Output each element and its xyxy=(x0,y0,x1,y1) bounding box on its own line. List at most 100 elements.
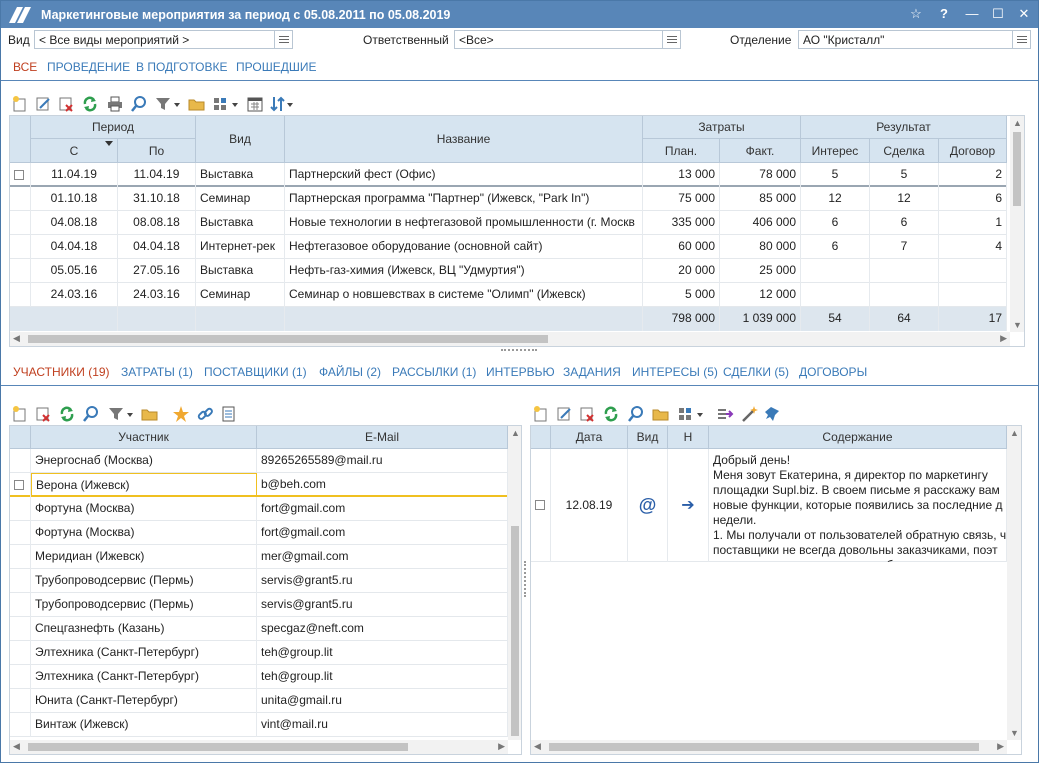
link-icon[interactable] xyxy=(196,405,214,423)
event-row[interactable]: 24.03.16 24.03.16 Семинар Семинар о новшевс… xyxy=(10,283,1007,307)
list-icon[interactable] xyxy=(662,31,680,48)
list-icon[interactable] xyxy=(1012,31,1030,48)
minimize-button[interactable]: — xyxy=(961,4,983,24)
edit-icon[interactable] xyxy=(34,95,52,113)
event-row[interactable]: 04.04.18 04.04.18 Интернет-рек Нефтегазовое… xyxy=(10,235,1007,259)
content-column-header[interactable]: Содержание xyxy=(709,426,1007,449)
event-row[interactable]: 05.05.16 27.05.16 Выставка Нефть-газ-химия … xyxy=(10,259,1007,283)
magic-wand-icon[interactable] xyxy=(740,405,758,423)
row-checkbox[interactable] xyxy=(535,500,545,510)
vertical-splitter[interactable] xyxy=(524,561,527,597)
date-column-header[interactable]: Дата xyxy=(551,426,628,449)
add-icon[interactable] xyxy=(11,95,29,113)
tab-participants[interactable]: УЧАСТНИКИ (19) xyxy=(13,365,110,379)
direction-column-header[interactable]: Н xyxy=(668,426,709,449)
help-button[interactable]: ? xyxy=(933,4,955,24)
refresh-icon[interactable] xyxy=(81,95,99,113)
participant-row[interactable]: Энергоснаб (Москва) 89265265589@mail.ru xyxy=(10,449,508,473)
participant-row[interactable]: Элтехника (Санкт-Петербург) teh@group.lit xyxy=(10,665,508,689)
export-icon[interactable] xyxy=(716,405,734,423)
refresh-icon[interactable] xyxy=(58,405,76,423)
list-icon[interactable] xyxy=(274,31,292,48)
participant-row[interactable]: Трубопроводсервис (Пермь) servis@grant5.r… xyxy=(10,593,508,617)
participant-row[interactable]: Верона (Ижевск) b@beh.com xyxy=(10,473,508,497)
event-row[interactable]: 01.10.18 31.10.18 Семинар Партнерская прогр… xyxy=(10,187,1007,211)
fact-column-header[interactable]: Факт. xyxy=(720,139,801,163)
pin-icon[interactable] xyxy=(764,405,782,423)
address-book-icon[interactable] xyxy=(220,405,238,423)
tab-interviews[interactable]: ИНТЕРВЬЮ xyxy=(486,365,555,379)
name-column-header[interactable]: Название xyxy=(285,116,643,163)
tab-mailings[interactable]: РАССЫЛКИ (1) xyxy=(392,365,476,379)
messages-hscroll[interactable]: ◀ ▶ xyxy=(531,740,1007,754)
maximize-button[interactable]: ☐ xyxy=(987,4,1009,24)
type-filter-combo[interactable]: < Все виды мероприятий > xyxy=(34,30,293,49)
email-column-header[interactable]: E-Mail xyxy=(257,426,508,449)
row-checkbox[interactable] xyxy=(14,480,24,490)
tab-suppliers[interactable]: ПОСТАВЩИКИ (1) xyxy=(204,365,307,379)
edit-icon[interactable] xyxy=(555,405,573,423)
participants-vscroll[interactable]: ▲ xyxy=(508,426,521,740)
department-filter-combo[interactable]: АО "Кристалл" xyxy=(798,30,1031,49)
tab-tasks[interactable]: ЗАДАНИЯ xyxy=(563,365,621,379)
tab-contracts[interactable]: ДОГОВОРЫ xyxy=(799,365,867,379)
tab-all[interactable]: ВСЕ xyxy=(13,60,37,74)
close-button[interactable]: ✕ xyxy=(1013,4,1035,24)
folder-icon[interactable] xyxy=(188,95,206,113)
event-row[interactable]: 04.08.18 08.08.18 Выставка Новые технологии… xyxy=(10,211,1007,235)
favorite-star-icon[interactable]: ☆ xyxy=(905,4,927,24)
star-icon[interactable] xyxy=(172,405,190,423)
to-column-header[interactable]: По xyxy=(118,139,196,163)
messages-vscroll[interactable]: ▲ ▼ xyxy=(1007,426,1021,740)
from-column-header[interactable]: С xyxy=(31,139,118,163)
layout-icon[interactable] xyxy=(677,405,705,423)
plan-column-header[interactable]: План. xyxy=(643,139,720,163)
row-checkbox[interactable] xyxy=(14,170,24,180)
add-icon[interactable] xyxy=(532,405,550,423)
search-icon[interactable] xyxy=(82,405,100,423)
participant-row[interactable]: Винтаж (Ижевск) vint@mail.ru xyxy=(10,713,508,737)
participant-row[interactable]: Юнита (Санкт-Петербург) unita@gmail.ru xyxy=(10,689,508,713)
tab-costs[interactable]: ЗАТРАТЫ (1) xyxy=(121,365,193,379)
filter-icon[interactable] xyxy=(107,405,135,423)
layout-icon[interactable] xyxy=(212,95,240,113)
calendar-icon[interactable] xyxy=(246,95,264,113)
event-row[interactable]: 11.04.19 11.04.19 Выставка Партнерский фест… xyxy=(10,163,1007,187)
add-icon[interactable] xyxy=(11,405,29,423)
type-column-header[interactable]: Вид xyxy=(628,426,668,449)
delete-icon[interactable] xyxy=(34,405,52,423)
participant-column-header[interactable]: Участник xyxy=(31,426,257,449)
delete-icon[interactable] xyxy=(57,95,75,113)
delete-icon[interactable] xyxy=(578,405,596,423)
horizontal-splitter[interactable] xyxy=(501,349,537,353)
responsible-filter-combo[interactable]: <Все> xyxy=(454,30,681,49)
print-icon[interactable] xyxy=(106,95,124,113)
interest-column-header[interactable]: Интерес xyxy=(801,139,870,163)
contract-column-header[interactable]: Договор xyxy=(939,139,1007,163)
search-icon[interactable] xyxy=(130,95,148,113)
tab-deals[interactable]: СДЕЛКИ (5) xyxy=(723,365,789,379)
participant-row[interactable]: Элтехника (Санкт-Петербург) teh@group.lit xyxy=(10,641,508,665)
tab-interests[interactable]: ИНТЕРЕСЫ (5) xyxy=(632,365,718,379)
type-column-header[interactable]: Вид xyxy=(196,116,285,163)
events-hscroll[interactable]: ◀ ▶ xyxy=(10,332,1010,346)
participant-row[interactable]: Фортуна (Москва) fort@gmail.com xyxy=(10,521,508,545)
participant-row[interactable]: Меридиан (Ижевск) mer@gmail.com xyxy=(10,545,508,569)
message-row[interactable]: 12.08.19 @ ➔ Добрый день! Меня зовут Екатери… xyxy=(531,449,1007,562)
participant-row[interactable]: Трубопроводсервис (Пермь) servis@grant5.r… xyxy=(10,569,508,593)
participant-row[interactable]: Спецгазнефть (Казань) specgaz@neft.com xyxy=(10,617,508,641)
tab-in-preparation[interactable]: В ПОДГОТОВКЕ xyxy=(136,60,227,74)
refresh-icon[interactable] xyxy=(602,405,620,423)
search-icon[interactable] xyxy=(627,405,645,423)
folder-icon[interactable] xyxy=(141,405,159,423)
participant-row[interactable]: Фортуна (Москва) fort@gmail.com xyxy=(10,497,508,521)
tab-in-progress[interactable]: ПРОВЕДЕНИЕ xyxy=(47,60,130,74)
deal-column-header[interactable]: Сделка xyxy=(870,139,939,163)
events-vscroll[interactable]: ▲ ▼ xyxy=(1010,116,1024,332)
tab-files[interactable]: ФАЙЛЫ (2) xyxy=(319,365,381,379)
folder-icon[interactable] xyxy=(652,405,670,423)
participants-hscroll[interactable]: ◀ ▶ xyxy=(10,740,508,754)
tab-past[interactable]: ПРОШЕДШИЕ xyxy=(236,60,316,74)
filter-icon[interactable] xyxy=(154,95,182,113)
sort-icon[interactable] xyxy=(269,95,295,113)
